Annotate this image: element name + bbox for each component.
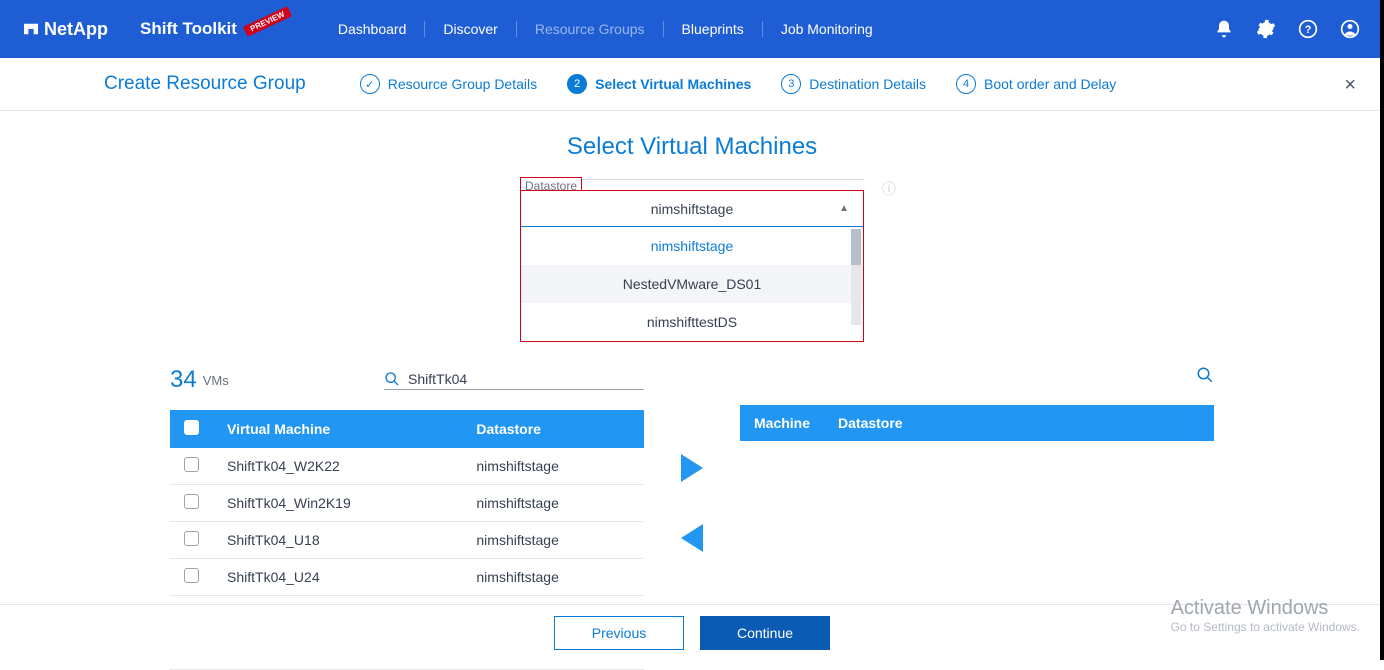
- svg-text:?: ?: [1305, 24, 1312, 36]
- continue-button[interactable]: Continue: [700, 616, 830, 650]
- selected-vms-panel: Machine Datastore: [740, 366, 1214, 441]
- transfer-arrows: [672, 454, 712, 552]
- brand: NetApp: [24, 19, 108, 40]
- toolkit-label: Shift Toolkit: [140, 19, 237, 39]
- nav-dashboard[interactable]: Dashboard: [320, 21, 426, 37]
- right-search-line: [740, 366, 1214, 397]
- step-1-check-icon: ✓: [360, 74, 380, 94]
- nav-links: Dashboard Discover Resource Groups Bluep…: [320, 21, 891, 37]
- step-4-number: 4: [956, 74, 976, 94]
- step-1-label: Resource Group Details: [388, 76, 537, 92]
- gear-icon[interactable]: [1256, 19, 1276, 39]
- vm-search-input[interactable]: [408, 371, 644, 387]
- table-row: ShiftTk04_Win2K19nimshiftstage: [170, 485, 644, 522]
- chevron-up-icon: ▲: [839, 203, 849, 214]
- previous-button[interactable]: Previous: [554, 616, 684, 650]
- vm-count-line: 34 VMs: [170, 366, 644, 402]
- row-checkbox[interactable]: [184, 457, 199, 472]
- steps: ✓ Resource Group Details 2 Select Virtua…: [360, 74, 1117, 94]
- select-all-checkbox[interactable]: [184, 420, 199, 435]
- step-1[interactable]: ✓ Resource Group Details: [360, 74, 537, 94]
- top-nav: NetApp Shift Toolkit PREVIEW Dashboard D…: [0, 0, 1384, 58]
- datastore-option-2[interactable]: nimshifttestDS: [521, 303, 863, 341]
- col-vm-r: Machine: [740, 405, 824, 441]
- step-3[interactable]: 3 Destination Details: [781, 74, 926, 94]
- footer: Previous Continue: [0, 604, 1384, 660]
- step-2[interactable]: 2 Select Virtual Machines: [567, 74, 751, 94]
- table-row: ShiftTk04_W2K22nimshiftstage: [170, 448, 644, 485]
- toolkit-title: Shift Toolkit PREVIEW: [140, 19, 292, 39]
- cell-ds: nimshiftstage: [462, 522, 644, 559]
- nav-blueprints[interactable]: Blueprints: [664, 21, 763, 37]
- nav-job-monitoring[interactable]: Job Monitoring: [763, 21, 891, 37]
- bell-icon[interactable]: [1214, 19, 1234, 39]
- nav-discover[interactable]: Discover: [425, 21, 516, 37]
- cell-ds: nimshiftstage: [462, 448, 644, 485]
- cell-ds: nimshiftstage: [462, 485, 644, 522]
- cell-vm: ShiftTk04_W2K22: [213, 448, 462, 485]
- selected-vms-table: Machine Datastore: [740, 405, 1214, 441]
- nav-right: ?: [1214, 19, 1360, 39]
- row-checkbox[interactable]: [184, 568, 199, 583]
- cell-vm: ShiftTk04_U24: [213, 559, 462, 596]
- stepper-title: Create Resource Group: [104, 73, 306, 95]
- stepper-bar: Create Resource Group ✓ Resource Group D…: [0, 58, 1384, 111]
- viewport-edge: [1380, 0, 1384, 660]
- netapp-logo-icon: [24, 22, 38, 36]
- datastore-selected[interactable]: nimshiftstage ▲: [521, 191, 863, 227]
- vm-count-unit: VMs: [203, 373, 229, 388]
- dropdown-scrollbar[interactable]: [851, 229, 861, 325]
- user-icon[interactable]: [1340, 19, 1360, 39]
- step-3-number: 3: [781, 74, 801, 94]
- vm-count: 34: [170, 366, 197, 394]
- preview-badge: PREVIEW: [243, 6, 292, 37]
- datastore-option-1[interactable]: NestedVMware_DS01: [521, 265, 863, 303]
- step-4[interactable]: 4 Boot order and Delay: [956, 74, 1116, 94]
- step-3-label: Destination Details: [809, 76, 926, 92]
- search-icon: [384, 371, 400, 387]
- datastore-field: Datastore ⓘ nimshiftstage ▲ nimshiftstag…: [520, 179, 864, 342]
- page-title: Select Virtual Machines: [0, 133, 1384, 161]
- right-search[interactable]: [1196, 366, 1214, 389]
- cell-vm: ShiftTk04_Win2K19: [213, 485, 462, 522]
- vm-search[interactable]: [384, 371, 644, 390]
- row-checkbox[interactable]: [184, 531, 199, 546]
- search-icon: [1196, 366, 1214, 384]
- brand-text: NetApp: [44, 19, 108, 40]
- close-icon[interactable]: ×: [1344, 74, 1356, 97]
- nav-resource-groups[interactable]: Resource Groups: [517, 21, 664, 37]
- datastore-option-0[interactable]: nimshiftstage: [521, 227, 863, 265]
- step-4-label: Boot order and Delay: [984, 76, 1116, 92]
- cell-vm: ShiftTk04_U18: [213, 522, 462, 559]
- datastore-selected-text: nimshiftstage: [651, 201, 733, 217]
- col-ds-r: Datastore: [824, 405, 1214, 441]
- table-row: ShiftTk04_U18nimshiftstage: [170, 522, 644, 559]
- help-icon[interactable]: ?: [1298, 19, 1318, 39]
- move-right-button[interactable]: [681, 454, 703, 482]
- row-checkbox[interactable]: [184, 494, 199, 509]
- table-row: ShiftTk04_U24nimshiftstage: [170, 559, 644, 596]
- move-left-button[interactable]: [681, 524, 703, 552]
- datastore-options: nimshiftstage NestedVMware_DS01 nimshift…: [521, 227, 863, 341]
- step-2-number: 2: [567, 74, 587, 94]
- main: Select Virtual Machines Datastore ⓘ nims…: [0, 133, 1384, 670]
- col-vm: Virtual Machine: [213, 410, 462, 448]
- cell-ds: nimshiftstage: [462, 559, 644, 596]
- datastore-select[interactable]: nimshiftstage ▲ nimshiftstage NestedVMwa…: [520, 190, 864, 342]
- col-ds: Datastore: [462, 410, 644, 448]
- step-2-label: Select Virtual Machines: [595, 76, 751, 92]
- info-icon[interactable]: ⓘ: [882, 179, 896, 199]
